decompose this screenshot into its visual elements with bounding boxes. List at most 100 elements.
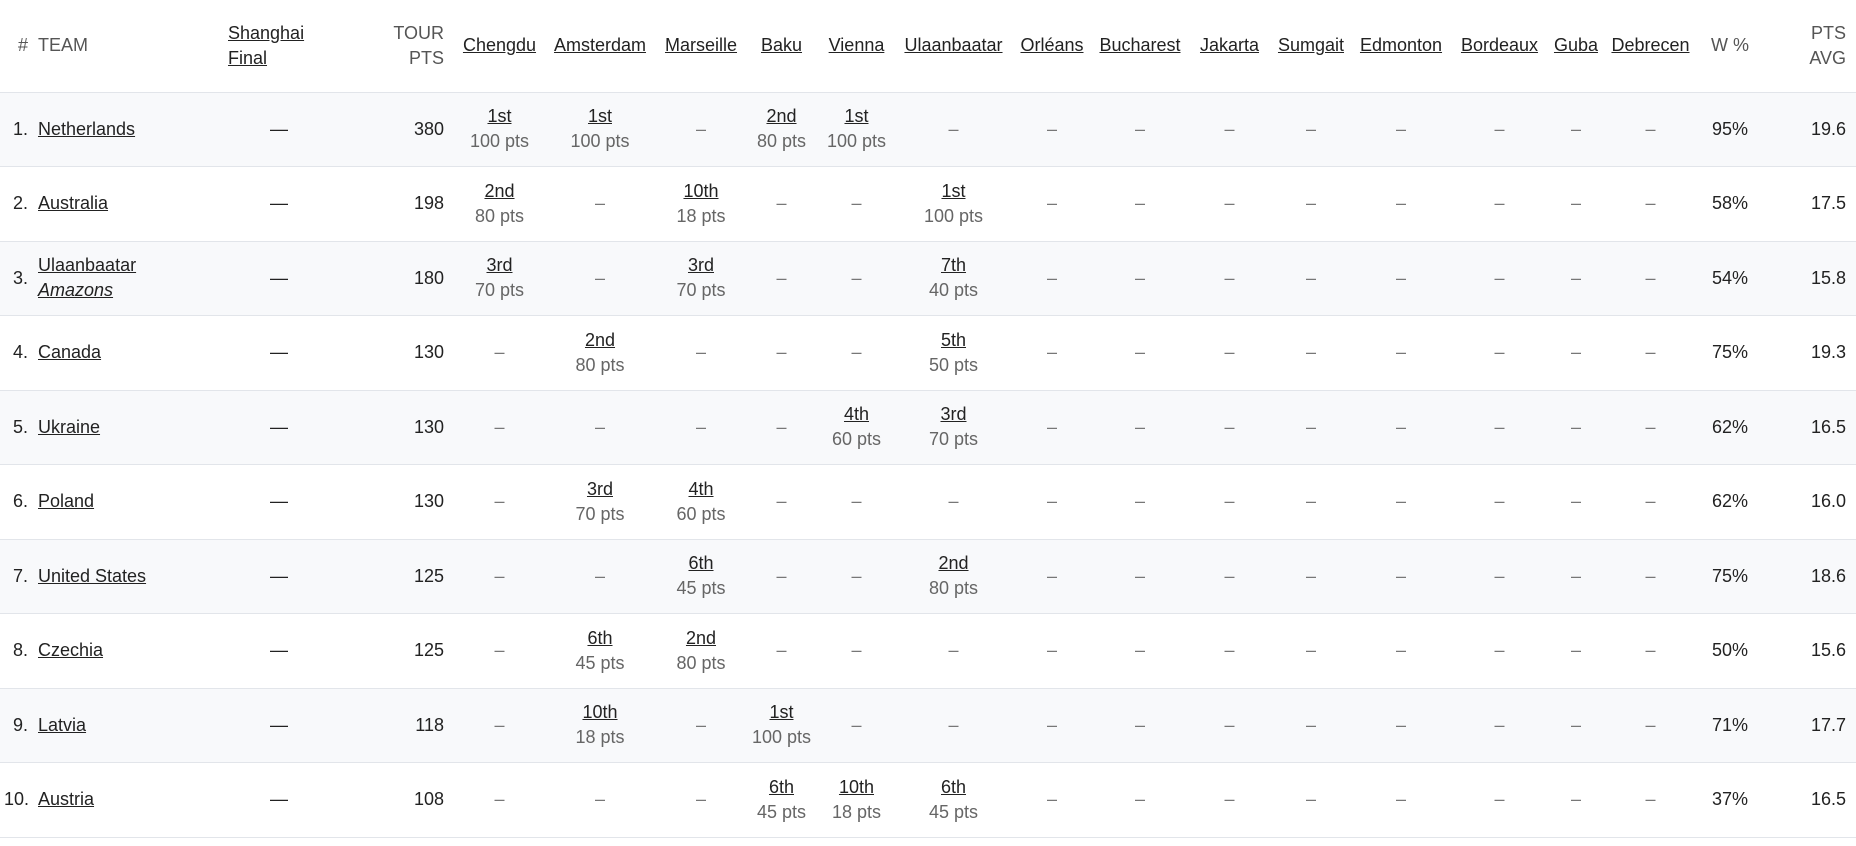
empty-result: – [1224,714,1235,735]
team-link[interactable]: Austria [38,787,220,812]
header-event-bordeaux[interactable]: Bordeaux [1451,0,1548,93]
result-place[interactable]: 3rd [661,253,741,278]
header-event-label[interactable]: Marseille [665,35,737,55]
header-event-ulaanbaatar[interactable]: Ulaanbaatar [895,0,1012,93]
result-place[interactable]: 6th [547,626,653,651]
result-place[interactable]: 1st [749,700,814,725]
standings-body: 1. Netherlands —380 1st 100 pts 1st 100 pts –2n… [0,92,1856,838]
result-place[interactable]: 6th [749,775,814,800]
result-place[interactable]: 2nd [661,626,741,651]
empty-result: – [1395,565,1406,586]
result-place[interactable]: 2nd [899,551,1008,576]
header-event-marseille[interactable]: Marseille [657,0,745,93]
result-place[interactable]: 5th [899,328,1008,353]
header-event-debrecen[interactable]: Debrecen [1604,0,1697,93]
header-event-label[interactable]: Chengdu [463,35,536,55]
row-shanghai-final: — [224,539,334,614]
result-place[interactable]: 6th [899,775,1008,800]
header-final-line2[interactable]: Final [228,46,330,71]
team-link[interactable]: Canada [38,340,220,365]
row-pts-avg: 15.8 [1763,241,1856,316]
result-place[interactable]: 6th [661,551,741,576]
header-final-line1[interactable]: Shanghai [228,21,330,46]
header-event-label[interactable]: Baku [761,35,802,55]
header-event-amsterdam[interactable]: Amsterdam [543,0,657,93]
empty-result: – [1046,714,1057,735]
header-event-label[interactable]: Ulaanbaatar [904,35,1002,55]
result-points: 80 pts [474,205,525,226]
team-link[interactable]: Netherlands [38,117,220,142]
header-event-edmonton[interactable]: Edmonton [1351,0,1451,93]
header-event-chengdu[interactable]: Chengdu [456,0,543,93]
empty-result: – [1395,714,1406,735]
header-event-label[interactable]: Jakarta [1200,35,1259,55]
empty-result: – [1134,640,1145,661]
team-link[interactable]: Czechia [38,638,220,663]
row-event-result: – [745,166,818,242]
team-name[interactable]: Canada [38,340,220,365]
header-event-baku[interactable]: Baku [745,0,818,93]
header-event-label[interactable]: Sumgait [1278,35,1344,55]
empty-result: – [1395,640,1406,661]
team-link[interactable]: Australia [38,191,220,216]
team-name[interactable]: Austria [38,787,220,812]
result-place[interactable]: 1st [460,104,539,129]
result-place[interactable]: 1st [899,179,1008,204]
header-event-orleans[interactable]: Orléans [1012,0,1092,93]
result-place[interactable]: 4th [822,402,891,427]
header-event-label[interactable]: Debrecen [1611,35,1689,55]
result-place[interactable]: 2nd [749,104,814,129]
header-event-label[interactable]: Bucharest [1099,35,1180,55]
result-place[interactable]: 1st [822,104,891,129]
result-place[interactable]: 10th [822,775,891,800]
result-points: 45 pts [928,801,979,822]
header-event-jakarta[interactable]: Jakarta [1188,0,1271,93]
team-name[interactable]: Australia [38,191,220,216]
header-event-label[interactable]: Vienna [829,35,885,55]
result-place[interactable]: 3rd [899,402,1008,427]
empty-result: – [1570,640,1581,661]
header-event-label[interactable]: Edmonton [1360,35,1442,55]
header-event-guba[interactable]: Guba [1548,0,1604,93]
row-event-result: 4th 60 pts [657,464,745,540]
result-place[interactable]: 4th [661,477,741,502]
result-place[interactable]: 7th [899,253,1008,278]
team-link[interactable]: Poland [38,489,220,514]
row-event-result: – [1548,762,1604,838]
header-event-label[interactable]: Bordeaux [1461,35,1538,55]
team-link[interactable]: Ukraine [38,415,220,440]
team-link[interactable]: Latvia [38,713,220,738]
row-event-result: – [456,613,543,689]
header-event-bucharest[interactable]: Bucharest [1092,0,1188,93]
header-event-label[interactable]: Amsterdam [554,35,646,55]
result-place[interactable]: 2nd [460,179,539,204]
team-name[interactable]: United States [38,564,220,589]
result-place[interactable]: 2nd [547,328,653,353]
header-event-sumgait[interactable]: Sumgait [1271,0,1351,93]
team-link[interactable]: Ulaanbaatar Amazons [38,253,220,303]
row-event-result: – [1548,166,1604,242]
empty-result: – [494,714,505,735]
header-event-label[interactable]: Guba [1554,35,1598,55]
empty-result: – [776,193,787,214]
result-place[interactable]: 10th [661,179,741,204]
header-event-label[interactable]: Orléans [1020,35,1083,55]
result-place[interactable]: 3rd [547,477,653,502]
team-link[interactable]: United States [38,564,220,589]
team-name-sub[interactable]: Amazons [38,278,220,303]
header-shanghai-final[interactable]: Shanghai Final [224,0,334,93]
team-name[interactable]: Latvia [38,713,220,738]
result-place[interactable]: 10th [547,700,653,725]
row-event-result: 4th 60 pts [818,390,895,465]
team-name[interactable]: Ukraine [38,415,220,440]
table-row: 8. Czechia —125–6th 45 pts 2nd 80 pts – – – – – – – –… [0,613,1856,689]
team-name[interactable]: Poland [38,489,220,514]
team-name[interactable]: Netherlands [38,117,220,142]
result-place[interactable]: 1st [547,104,653,129]
row-team: Australia [34,166,224,242]
header-event-vienna[interactable]: Vienna [818,0,895,93]
empty-result: – [776,640,787,661]
result-place[interactable]: 3rd [460,253,539,278]
team-name[interactable]: Czechia [38,638,220,663]
team-name[interactable]: Ulaanbaatar [38,253,220,278]
